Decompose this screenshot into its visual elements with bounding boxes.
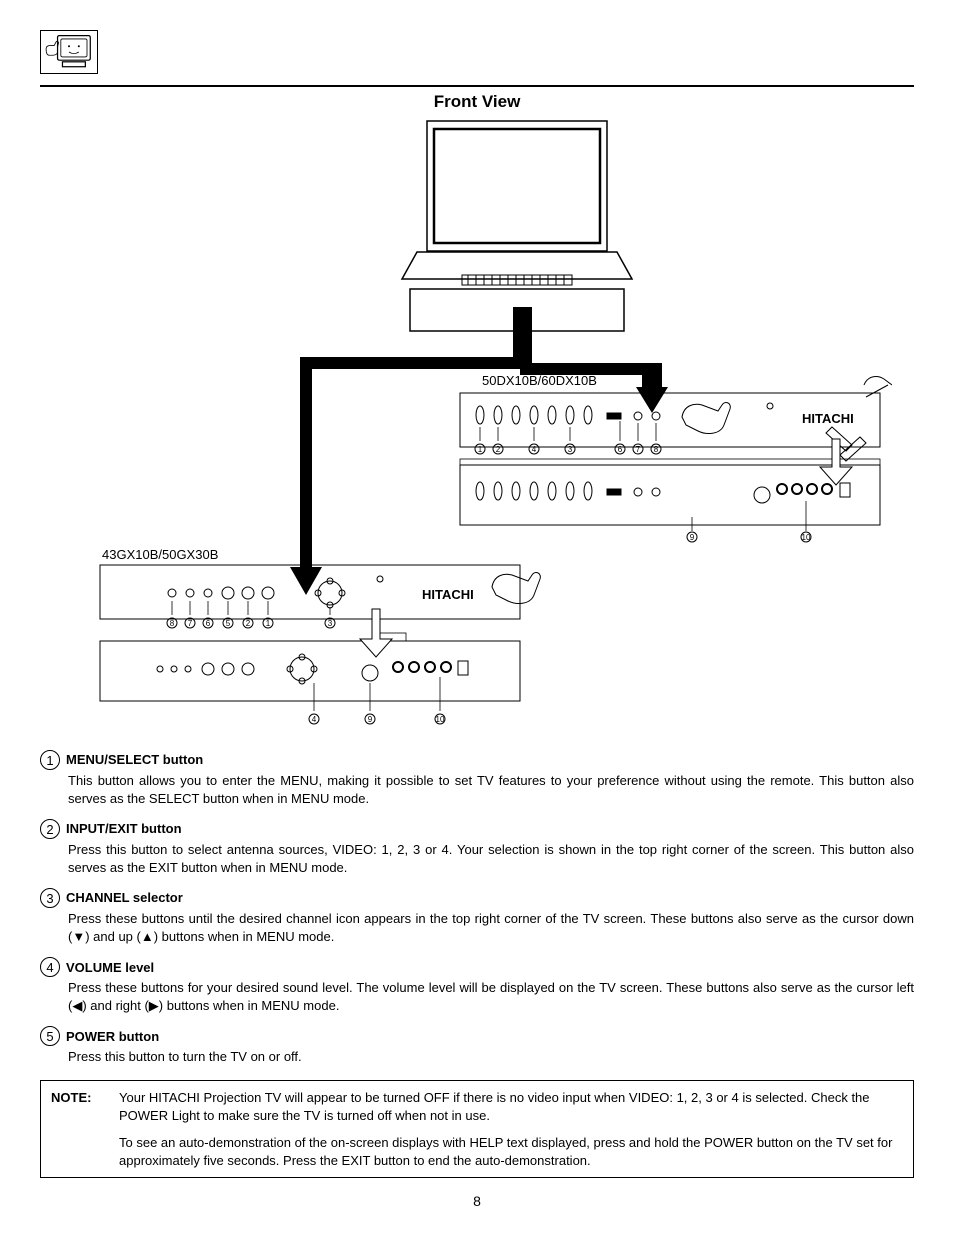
item-5: 5 POWER button Press this button to turn… <box>40 1026 914 1066</box>
item-4: 4 VOLUME level Press these buttons for y… <box>40 957 914 1014</box>
svg-text:3: 3 <box>568 445 573 454</box>
item-title: MENU/SELECT button <box>66 751 203 769</box>
item-number: 4 <box>40 957 60 977</box>
svg-text:9: 9 <box>368 715 373 724</box>
svg-text:1: 1 <box>478 445 483 454</box>
svg-text:4: 4 <box>312 715 317 724</box>
svg-text:1: 1 <box>266 619 271 628</box>
page-number: 8 <box>40 1192 914 1211</box>
item-body: Press these buttons for your desired sou… <box>68 979 914 1014</box>
svg-text:3: 3 <box>328 619 333 628</box>
item-title: INPUT/EXIT button <box>66 820 182 838</box>
item-2: 2 INPUT/EXIT button Press this button to… <box>40 819 914 876</box>
model2-label: 43GX10B/50GX30B <box>102 547 218 562</box>
item-body: This button allows you to enter the MENU… <box>68 772 914 807</box>
svg-text:5: 5 <box>226 619 231 628</box>
svg-text:10: 10 <box>436 715 445 724</box>
svg-text:4: 4 <box>532 445 537 454</box>
svg-text:7: 7 <box>636 445 641 454</box>
svg-text:2: 2 <box>496 445 501 454</box>
item-number: 2 <box>40 819 60 839</box>
header-rule <box>40 85 914 87</box>
note-paragraph-2: To see an auto-demonstration of the on-s… <box>119 1134 903 1169</box>
front-view-diagram: 50DX10B/60DX10B HITACHI 1 2 4 3 6 7 8 <box>40 117 914 742</box>
item-body: Press this button to select antenna sour… <box>68 841 914 876</box>
item-title: VOLUME level <box>66 959 154 977</box>
svg-text:8: 8 <box>654 445 659 454</box>
svg-text:7: 7 <box>188 619 193 628</box>
note-paragraph-1: Your HITACHI Projection TV will appear t… <box>119 1089 903 1124</box>
page-title: Front View <box>40 91 914 114</box>
item-3: 3 CHANNEL selector Press these buttons u… <box>40 888 914 945</box>
item-number: 3 <box>40 888 60 908</box>
svg-text:6: 6 <box>206 619 211 628</box>
svg-text:6: 6 <box>618 445 623 454</box>
note-box: NOTE: Your HITACHI Projection TV will ap… <box>40 1080 914 1178</box>
note-label: NOTE: <box>51 1089 113 1124</box>
item-body: Press these buttons until the desired ch… <box>68 910 914 945</box>
item-list: 1 MENU/SELECT button This button allows … <box>40 750 914 1066</box>
item-title: POWER button <box>66 1028 159 1046</box>
svg-text:9: 9 <box>690 533 695 542</box>
header-logo <box>40 30 98 74</box>
brand-a: HITACHI <box>802 411 854 426</box>
model1-label: 50DX10B/60DX10B <box>482 373 597 388</box>
svg-text:10: 10 <box>802 533 811 542</box>
item-title: CHANNEL selector <box>66 889 183 907</box>
item-number: 5 <box>40 1026 60 1046</box>
item-body: Press this button to turn the TV on or o… <box>68 1048 914 1066</box>
svg-text:2: 2 <box>246 619 251 628</box>
item-1: 1 MENU/SELECT button This button allows … <box>40 750 914 807</box>
item-number: 1 <box>40 750 60 770</box>
svg-text:HITACHI: HITACHI <box>422 587 474 602</box>
svg-text:8: 8 <box>170 619 175 628</box>
